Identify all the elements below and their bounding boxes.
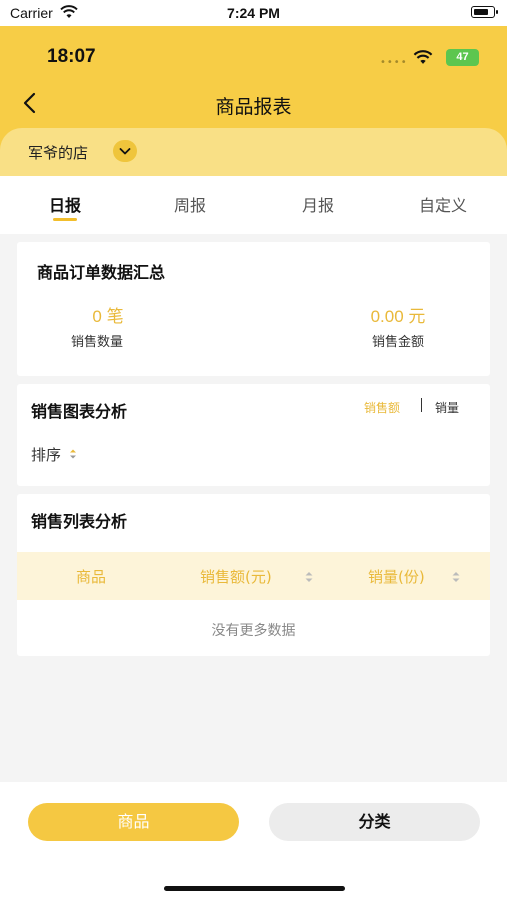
bottom-bar: 商品 分类 (0, 782, 507, 900)
sort-label: 排序 (31, 446, 62, 464)
sales-count-value: 0 笔 (92, 307, 124, 326)
store-selector[interactable]: 军爷的店 (0, 128, 507, 176)
empty-state-text: 没有更多数据 (211, 623, 296, 639)
chevron-down-icon[interactable] (113, 140, 137, 162)
battery-icon (471, 6, 498, 18)
toggle-divider (421, 398, 422, 412)
sort-control[interactable]: 排序 (31, 444, 78, 465)
product-button[interactable]: 商品 (28, 803, 239, 841)
tab-weekly[interactable]: 周报 (140, 192, 240, 216)
column-header-quantity[interactable]: 销量(份) (368, 566, 425, 587)
tab-monthly[interactable]: 月报 (268, 192, 368, 216)
app-status-time: 18:07 (47, 46, 96, 67)
page-title: 商品报表 (215, 96, 292, 118)
table-header: 商品 销售额(元) 销量(份) (17, 552, 490, 600)
chart-section-title: 销售图表分析 (31, 402, 128, 421)
app-wifi-icon (413, 50, 433, 64)
tab-custom[interactable]: 自定义 (393, 192, 493, 216)
toggle-sales-amount[interactable]: 销售额 (364, 399, 400, 416)
sales-amount-label: 销售金额 (371, 335, 424, 350)
list-section-title: 销售列表分析 (31, 512, 128, 531)
sales-count-label: 销售数量 (70, 335, 123, 350)
column-header-sales-amount[interactable]: 销售额(元) (200, 566, 272, 587)
toggle-sales-quantity[interactable]: 销量 (435, 399, 459, 416)
sales-chart-card: 销售图表分析 销售额 销量 排序 (17, 384, 490, 486)
tab-daily[interactable]: 日报 (15, 192, 115, 216)
order-summary-card: 商品订单数据汇总 0 笔 销售数量 0.00 元 销售金额 (17, 242, 490, 376)
period-tabs: 日报 周报 月报 自定义 (0, 176, 507, 234)
app-battery-badge: 47 (446, 49, 479, 66)
summary-title: 商品订单数据汇总 (37, 263, 166, 282)
system-time: 7:24 PM (227, 5, 280, 21)
home-indicator[interactable] (164, 886, 345, 891)
column-header-product[interactable]: 商品 (76, 566, 106, 587)
sales-amount-value: 0.00 元 (370, 307, 426, 326)
sort-quantity-icon[interactable] (451, 570, 461, 584)
sort-amount-icon[interactable] (304, 570, 314, 584)
system-status-bar: Carrier 7:24 PM (0, 0, 507, 26)
signal-dots-icon: •••• (380, 57, 408, 68)
active-tab-indicator (53, 218, 77, 221)
sort-icon (69, 449, 76, 459)
category-button[interactable]: 分类 (269, 803, 480, 841)
sales-list-card: 销售列表分析 商品 销售额(元) 销量(份) 没有更多数据 (17, 494, 490, 656)
store-name: 军爷的店 (28, 144, 89, 162)
